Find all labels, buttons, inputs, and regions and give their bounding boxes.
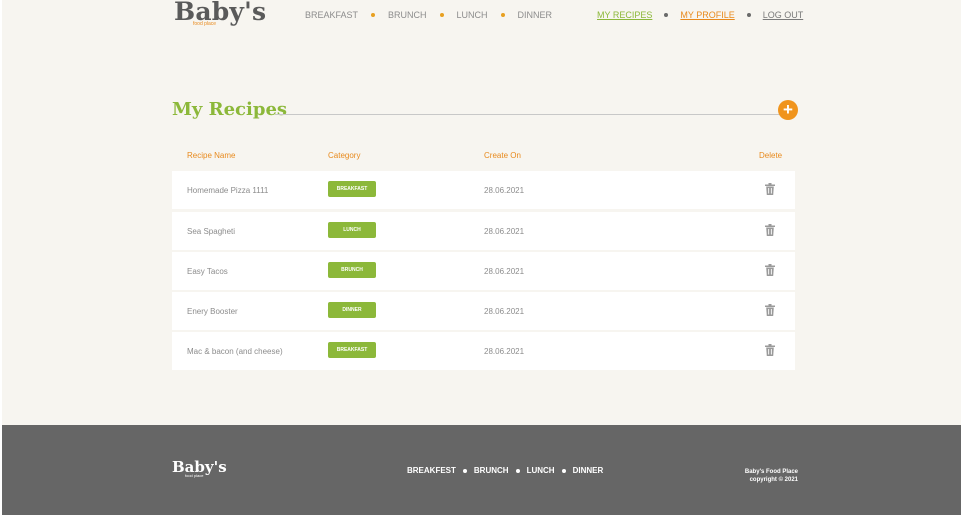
created-date: 28.06.2021 (484, 186, 525, 195)
title-divider (275, 114, 780, 115)
footer-nav-breakfast[interactable]: BREAKFEST (407, 466, 456, 475)
nav-log-out[interactable]: LOG OUT (763, 10, 804, 20)
created-date: 28.06.2021 (484, 307, 525, 316)
account-nav: MY RECIPES MY PROFILE LOG OUT (597, 10, 803, 20)
category-badge: BREAKFAST (328, 181, 376, 197)
add-recipe-button[interactable]: + (778, 100, 798, 120)
footer-logo[interactable]: Baby's food place (172, 458, 227, 478)
table-row[interactable]: Easy Tacos BRUNCH 28.06.2021 (172, 252, 795, 290)
page-title: My Recipes (172, 99, 288, 120)
recipe-name: Enery Booster (187, 307, 238, 316)
created-date: 28.06.2021 (484, 347, 525, 356)
category-badge: DINNER (328, 302, 376, 318)
category-badge: LUNCH (328, 222, 376, 238)
page: Baby's food place BREAKFAST BRUNCH LUNCH… (2, 0, 961, 515)
column-header-created: Create On (484, 151, 521, 160)
footer-nav-separator (462, 468, 467, 473)
recipe-name: Easy Tacos (187, 267, 228, 276)
footer-company: Baby's Food Place (744, 469, 798, 475)
nav-separator (439, 13, 444, 17)
created-date: 28.06.2021 (484, 267, 525, 276)
footer-nav-separator (561, 468, 566, 473)
nav-separator (664, 13, 669, 17)
footer-nav: BREAKFEST BRUNCH LUNCH DINNER (407, 466, 603, 475)
footer-nav-separator (515, 468, 520, 473)
category-badge: BRUNCH (328, 262, 376, 278)
column-header-category: Category (328, 151, 361, 160)
trash-icon[interactable] (765, 304, 775, 316)
footer-nav-dinner[interactable]: DINNER (573, 466, 604, 475)
category-badge: BREAKFAST (328, 342, 376, 358)
table-row[interactable]: Enery Booster DINNER 28.06.2021 (172, 292, 795, 330)
footer-copyright-block: Baby's Food Place copyright © 2021 (738, 468, 798, 484)
footer-copyright: copyright © 2021 (749, 477, 798, 483)
footer-logo-subtitle: food place (185, 473, 204, 478)
plus-icon: + (783, 100, 793, 119)
logo[interactable]: Baby's food place (174, 0, 267, 27)
recipe-name: Mac & bacon (and cheese) (187, 347, 283, 356)
trash-icon[interactable] (765, 224, 775, 236)
nav-separator (500, 13, 505, 17)
nav-separator (746, 13, 751, 17)
nav-lunch[interactable]: LUNCH (457, 10, 488, 20)
nav-separator (371, 13, 376, 17)
nav-my-profile[interactable]: MY PROFILE (680, 10, 734, 20)
footer-nav-brunch[interactable]: BRUNCH (474, 466, 509, 475)
recipe-name: Homemade Pizza 1111 (187, 186, 269, 195)
created-date: 28.06.2021 (484, 227, 525, 236)
nav-my-recipes[interactable]: MY RECIPES (597, 10, 652, 20)
trash-icon[interactable] (765, 183, 775, 195)
trash-icon[interactable] (765, 264, 775, 276)
table-row[interactable]: Sea Spagheti LUNCH 28.06.2021 (172, 212, 795, 250)
column-header-name: Recipe Name (187, 151, 236, 160)
nav-brunch[interactable]: BRUNCH (388, 10, 427, 20)
table-row[interactable]: Mac & bacon (and cheese) BREAKFAST 28.06… (172, 332, 795, 370)
recipe-name: Sea Spagheti (187, 227, 236, 236)
table-row[interactable]: Homemade Pizza 1111 BREAKFAST 28.06.2021 (172, 171, 795, 209)
nav-dinner[interactable]: DINNER (518, 10, 553, 20)
column-header-delete: Delete (759, 151, 783, 160)
footer: Baby's food place BREAKFEST BRUNCH LUNCH… (2, 425, 961, 515)
logo-text: Baby's (174, 0, 267, 26)
nav-breakfast[interactable]: BREAKFAST (305, 10, 358, 20)
footer-nav-lunch[interactable]: LUNCH (527, 466, 555, 475)
logo-subtitle: food place (193, 21, 217, 27)
trash-icon[interactable] (765, 344, 775, 356)
main-nav: BREAKFAST BRUNCH LUNCH DINNER (305, 10, 552, 20)
